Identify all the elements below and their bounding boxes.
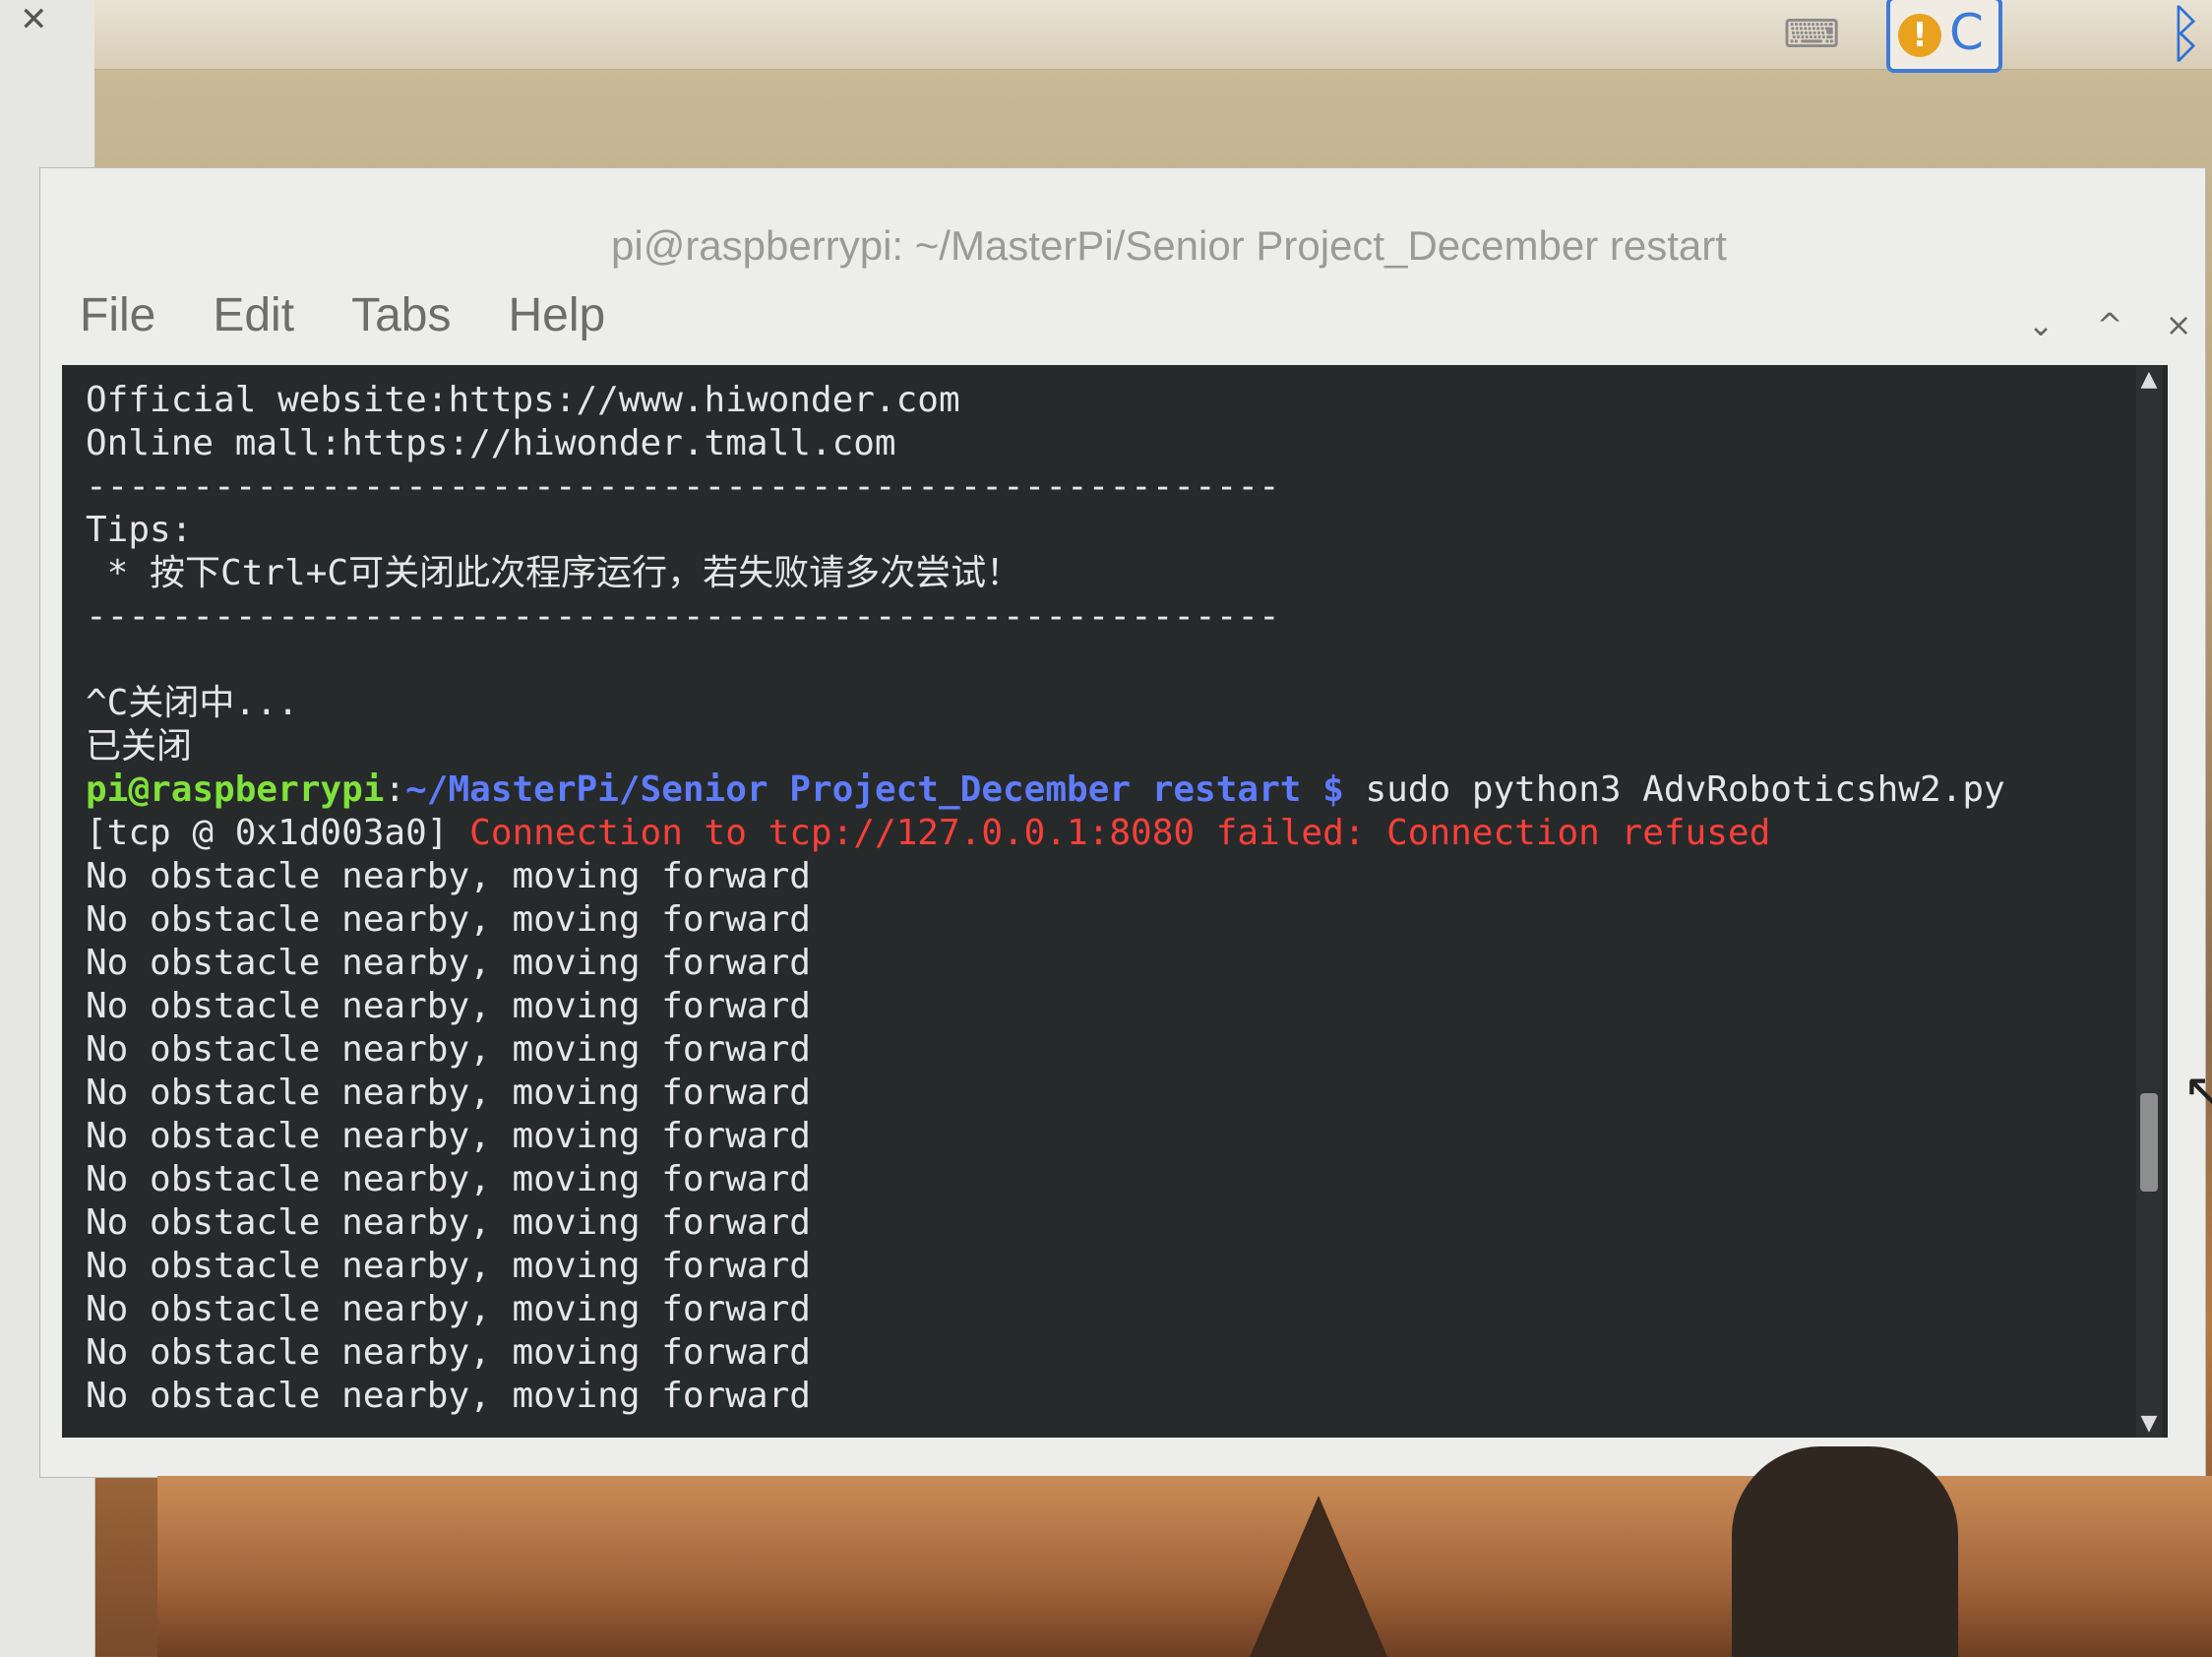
- output-line: No obstacle nearby, moving forward: [86, 1159, 811, 1199]
- output-line: No obstacle nearby, moving forward: [86, 986, 811, 1026]
- terminal-line: 已关闭: [86, 726, 193, 767]
- prompt-user: pi@raspberrypi: [86, 769, 385, 810]
- terminal-line: ^C关闭中...: [86, 683, 299, 723]
- mouse-cursor-icon: ↖: [2182, 1063, 2212, 1122]
- terminal-line: Online mall:https://hiwonder.tmall.com: [86, 423, 896, 463]
- maximize-button[interactable]: ^: [2093, 306, 2126, 343]
- warning-badge: !: [1898, 14, 1941, 57]
- prompt-line: pi@raspberrypi:~/MasterPi/Senior Project…: [86, 768, 2109, 812]
- output-line: No obstacle nearby, moving forward: [86, 1202, 811, 1243]
- close-icon[interactable]: ✕: [20, 0, 48, 39]
- error-message: Connection to tcp://127.0.0.1:8080 faile…: [469, 813, 1771, 853]
- terminal-window: pi@raspberrypi: ~/MasterPi/Senior Projec…: [39, 167, 2206, 1478]
- vertical-scrollbar[interactable]: ▲ ▼: [2136, 365, 2162, 1438]
- error-line: [tcp @ 0x1d003a0] Connection to tcp://12…: [86, 812, 2109, 855]
- output-line: No obstacle nearby, moving forward: [86, 1029, 811, 1070]
- menu-file[interactable]: File: [80, 276, 155, 355]
- output-line: No obstacle nearby, moving forward: [86, 943, 811, 983]
- update-c-glyph: C: [1949, 4, 1984, 61]
- error-prefix: [tcp @ 0x1d003a0]: [86, 813, 470, 853]
- minimize-button[interactable]: ⌄: [2024, 306, 2058, 343]
- menu-help[interactable]: Help: [508, 276, 605, 355]
- output-line: No obstacle nearby, moving forward: [86, 1073, 811, 1113]
- bluetooth-icon[interactable]: ᛒ: [2151, 0, 2212, 71]
- top-panel: ⌨ ! C ᛒ: [94, 0, 2212, 73]
- update-warning-icon[interactable]: ! C: [1885, 0, 2003, 73]
- output-line: No obstacle nearby, moving forward: [86, 1246, 811, 1286]
- terminal-lines: Official website:https://www.hiwonder.co…: [86, 379, 2109, 1418]
- scroll-down-icon[interactable]: ▼: [2136, 1411, 2162, 1436]
- output-line: No obstacle nearby, moving forward: [86, 899, 811, 940]
- prompt-command: sudo python3 AdvRoboticshw2.py: [1343, 769, 2005, 810]
- scroll-up-icon[interactable]: ▲: [2136, 367, 2162, 392]
- menu-tabs[interactable]: Tabs: [351, 276, 451, 355]
- menu-edit[interactable]: Edit: [213, 276, 294, 355]
- titlebar[interactable]: pi@raspberrypi: ~/MasterPi/Senior Projec…: [40, 168, 2205, 276]
- terminal-line: Official website:https://www.hiwonder.co…: [86, 380, 960, 420]
- menubar: File Edit Tabs Help: [80, 276, 605, 355]
- wallpaper-rock: [1732, 1446, 1958, 1657]
- terminal-line: Tips:: [86, 510, 193, 550]
- keyboard-icon[interactable]: ⌨: [1777, 0, 1846, 69]
- prompt-separator: :: [384, 769, 406, 810]
- output-line: No obstacle nearby, moving forward: [86, 1376, 811, 1416]
- wallpaper-spire: [1250, 1496, 1387, 1657]
- output-line: No obstacle nearby, moving forward: [86, 856, 811, 896]
- window-title: pi@raspberrypi: ~/MasterPi/Senior Projec…: [611, 222, 1727, 269]
- window-controls: ⌄ ^ ×: [2024, 306, 2195, 343]
- output-line: No obstacle nearby, moving forward: [86, 1332, 811, 1373]
- close-button[interactable]: ×: [2162, 306, 2195, 343]
- output-line: No obstacle nearby, moving forward: [86, 1289, 811, 1329]
- output-line: No obstacle nearby, moving forward: [86, 1116, 811, 1156]
- scroll-thumb[interactable]: [2140, 1093, 2158, 1192]
- terminal-line: ----------------------------------------…: [86, 596, 1280, 637]
- terminal-output[interactable]: Official website:https://www.hiwonder.co…: [62, 365, 2168, 1438]
- terminal-line: * 按下Ctrl+C可关闭此次程序运行，若失败请多次尝试！: [86, 553, 1022, 593]
- terminal-line: ----------------------------------------…: [86, 466, 1280, 507]
- prompt-path: ~/MasterPi/Senior Project_December resta…: [405, 769, 1344, 810]
